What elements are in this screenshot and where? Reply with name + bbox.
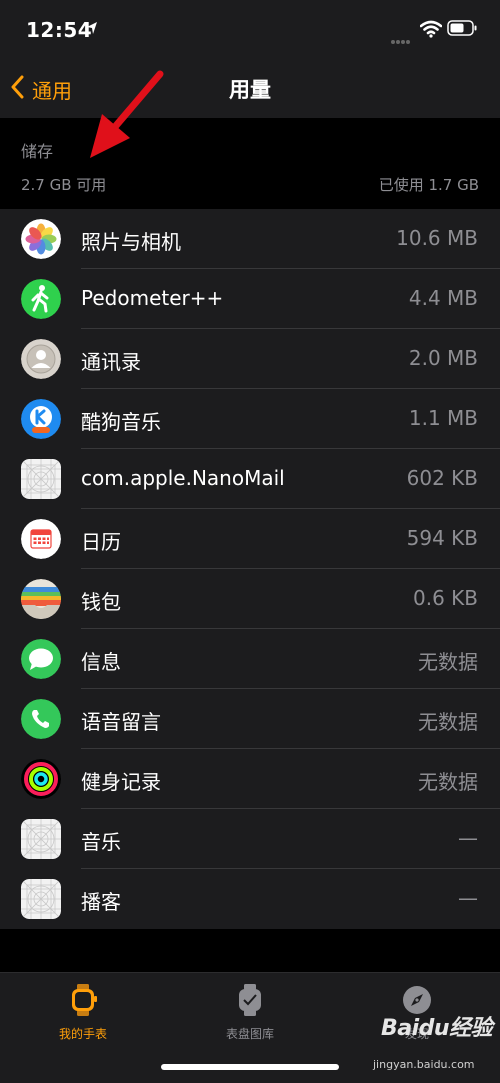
storage-header: 储存 2.7 GB 可用 已使用 1.7 GB [0, 118, 500, 209]
placeholder-app-icon [21, 459, 61, 499]
app-name: 健身记录 [81, 770, 161, 794]
tab-label: 表盘图库 [225, 1027, 274, 1041]
app-row-podcasts[interactable]: 播客 — [0, 869, 500, 929]
messages-icon [21, 639, 61, 679]
activity-icon [21, 759, 61, 799]
app-size: 4.4 MB [408, 286, 478, 310]
screen: 12:54 通用 用量 储存 2.7 GB 可用 已使用 1.7 GB 照片与相… [0, 0, 500, 1083]
contacts-icon [21, 339, 61, 379]
app-row-nanomail[interactable]: com.apple.NanoMail 602 KB [0, 449, 500, 509]
tab-face-gallery[interactable]: 表盘图库 [185, 983, 315, 1042]
app-size: 2.0 MB [408, 346, 478, 370]
app-size: 无数据 [418, 650, 478, 674]
app-name: 通讯录 [81, 350, 141, 374]
pedometer-icon [21, 279, 61, 319]
app-row-messages[interactable]: 信息 无数据 [0, 629, 500, 689]
app-row-calendar[interactable]: 日历 594 KB [0, 509, 500, 569]
app-row-activity[interactable]: 健身记录 无数据 [0, 749, 500, 809]
app-row-voicemail[interactable]: 语音留言 无数据 [0, 689, 500, 749]
wifi-icon [419, 20, 443, 42]
watch-face-gallery-icon [233, 984, 267, 1021]
app-size: 10.6 MB [396, 226, 478, 250]
nav-bar: 通用 用量 [0, 60, 500, 118]
app-size: 1.1 MB [408, 406, 478, 430]
watch-icon [66, 984, 100, 1021]
section-title: 储存 [21, 142, 54, 161]
app-row-pedometer[interactable]: Pedometer++ 4.4 MB [0, 269, 500, 329]
app-name: 照片与相机 [81, 230, 181, 254]
app-size: 594 KB [406, 526, 478, 550]
placeholder-app-icon [21, 879, 61, 919]
app-size: — [458, 886, 478, 910]
tab-my-watch[interactable]: 我的手表 [18, 983, 148, 1042]
app-name: 酷狗音乐 [81, 410, 161, 434]
app-name: 钱包 [81, 590, 121, 614]
app-name: 播客 [81, 890, 121, 914]
page-title: 用量 [229, 78, 271, 102]
app-size: — [458, 826, 478, 850]
watermark-logo: Baidu经验 jingyan.baidu.com [355, 1010, 495, 1080]
storage-used: 已使用 1.7 GB [378, 176, 479, 194]
watermark-brand: Baidu经验 [381, 1016, 493, 1041]
app-name: 语音留言 [81, 710, 161, 734]
app-row-photos[interactable]: 照片与相机 10.6 MB [0, 209, 500, 269]
battery-icon [447, 20, 477, 40]
wallet-icon [21, 579, 61, 619]
app-size: 无数据 [418, 770, 478, 794]
app-row-kugou[interactable]: 酷狗音乐 1.1 MB [0, 389, 500, 449]
cellular-signal-icon [390, 30, 412, 49]
app-name: Pedometer++ [81, 286, 224, 310]
storage-available: 2.7 GB 可用 [21, 176, 107, 194]
watermark-url: jingyan.baidu.com [373, 1058, 475, 1071]
calendar-icon [21, 519, 61, 559]
home-indicator[interactable] [161, 1064, 339, 1070]
annotation-arrow-icon [80, 68, 170, 172]
app-size: 602 KB [406, 466, 478, 490]
app-list: 照片与相机 10.6 MB Pedometer++ 4.4 MB 通讯录 2.0… [0, 209, 500, 929]
phone-icon [21, 699, 61, 739]
app-row-wallet[interactable]: 钱包 0.6 KB [0, 569, 500, 629]
tab-label: 我的手表 [58, 1027, 107, 1041]
placeholder-app-icon [21, 819, 61, 859]
status-bar: 12:54 [0, 0, 500, 60]
app-row-music[interactable]: 音乐 — [0, 809, 500, 869]
app-size: 无数据 [418, 710, 478, 734]
app-name: com.apple.NanoMail [81, 466, 285, 490]
app-size: 0.6 KB [413, 586, 478, 610]
app-row-contacts[interactable]: 通讯录 2.0 MB [0, 329, 500, 389]
status-time: 12:54 [26, 18, 93, 42]
photos-icon [21, 219, 61, 259]
app-name: 日历 [81, 530, 121, 554]
kugou-icon [21, 399, 61, 439]
location-arrow-icon [86, 20, 98, 39]
app-name: 音乐 [81, 830, 121, 854]
app-name: 信息 [81, 650, 121, 674]
